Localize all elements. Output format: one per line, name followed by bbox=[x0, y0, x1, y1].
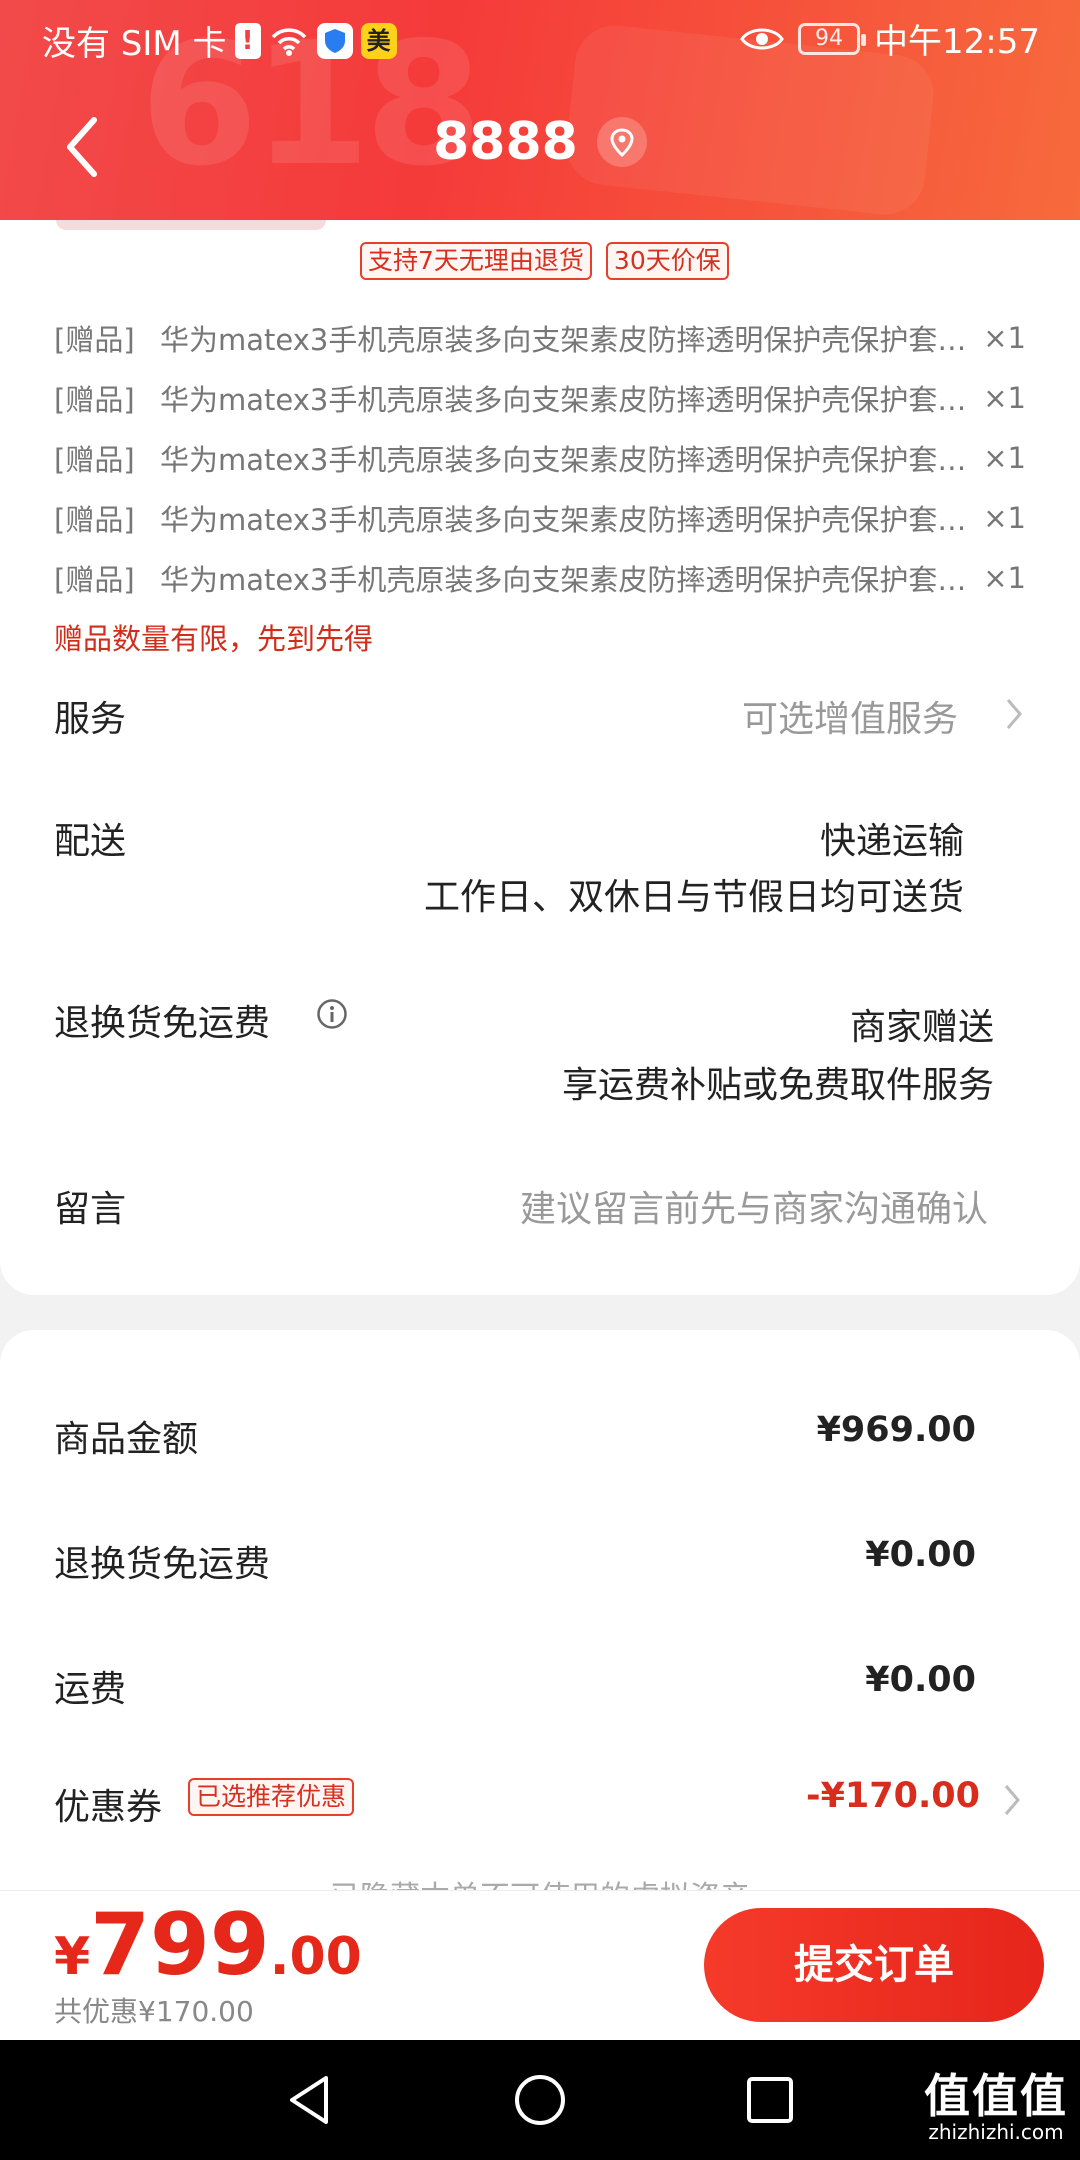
system-nav-bar bbox=[0, 2040, 1080, 2160]
shipping-fee-label: 运费 bbox=[54, 1669, 127, 1710]
gift-name: 华为matex3手机壳原装多向支架素皮防摔透明保护壳保护套x… bbox=[160, 443, 984, 477]
message-input[interactable]: 建议留言前先与商家沟通确认 bbox=[520, 1180, 988, 1232]
watermark-text: 值值值 bbox=[924, 2069, 1068, 2123]
location-pin-icon[interactable] bbox=[596, 117, 647, 167]
clock: 中午12:57 bbox=[874, 22, 1040, 62]
gift-qty: ×1 bbox=[983, 561, 1026, 595]
status-bar: 没有 SIM 卡 ! 美 94 中午12:57 bbox=[0, 0, 1080, 80]
return-fee-label: 退换货免运费 bbox=[54, 1544, 271, 1585]
gift-tag: [赠品] bbox=[54, 503, 135, 537]
service-label: 服务 bbox=[54, 699, 127, 740]
coupon-value[interactable]: -¥170.00 bbox=[806, 1776, 980, 1816]
gift-tag: [赠品] bbox=[54, 323, 135, 357]
service-value[interactable]: 可选增值服务 bbox=[742, 690, 958, 742]
coupon-label: 优惠券 bbox=[54, 1787, 163, 1828]
price-integer: 799 bbox=[90, 1895, 270, 1995]
gift-qty: ×1 bbox=[983, 321, 1026, 355]
return-shipping-label: 退换货免运费 bbox=[54, 1003, 271, 1044]
gift-item: [赠品] 华为matex3手机壳原装多向支架素皮防摔透明保护壳保护套x… ×1 bbox=[54, 316, 1026, 360]
gift-item: [赠品] 华为matex3手机壳原装多向支架素皮防摔透明保护壳保护套x… ×1 bbox=[54, 556, 1026, 600]
watermark-url: zhizhizhi.com bbox=[928, 2120, 1064, 2144]
hidden-assets-hint[interactable]: 已隐藏本单不可使用的虚拟资产 bbox=[0, 1872, 1080, 1892]
gift-name: 华为matex3手机壳原装多向支架素皮防摔透明保护壳保护套x… bbox=[160, 323, 984, 357]
gift-limit-note: 赠品数量有限，先到先得 bbox=[54, 622, 374, 656]
gift-qty: ×1 bbox=[983, 381, 1026, 415]
nav-home-icon[interactable] bbox=[510, 2070, 570, 2130]
alert-icon: ! bbox=[234, 22, 261, 59]
gift-tag: [赠品] bbox=[54, 443, 135, 477]
gift-name: 华为matex3手机壳原装多向支架素皮防摔透明保护壳保护套x… bbox=[160, 383, 984, 417]
return-policy-badge: 支持7天无理由退货 bbox=[360, 242, 592, 280]
battery-indicator: 94 bbox=[798, 22, 867, 55]
meituan-app-icon: 美 bbox=[360, 22, 397, 59]
service-badges: 支持7天无理由退货 30天价保 bbox=[360, 242, 729, 280]
gift-tag: [赠品] bbox=[54, 563, 135, 597]
delivery-method: 快递运输 bbox=[819, 821, 964, 862]
page-title: 8888 bbox=[433, 112, 578, 172]
gift-name: 华为matex3手机壳原装多向支架素皮防摔透明保护壳保护套x… bbox=[160, 503, 984, 537]
carrier-label: 没有 SIM 卡 bbox=[42, 24, 227, 64]
wifi-icon bbox=[269, 25, 309, 57]
header-bar: 618 没有 SIM 卡 ! 美 94 中午12:57 8888 bbox=[0, 0, 1080, 220]
price-decimal: .00 bbox=[269, 1927, 362, 1987]
info-icon[interactable] bbox=[316, 998, 348, 1030]
eye-icon bbox=[740, 24, 784, 54]
total-price: ¥799.00 bbox=[54, 1895, 362, 1995]
submit-order-button[interactable]: 提交订单 bbox=[704, 1908, 1044, 2022]
gift-item: [赠品] 华为matex3手机壳原装多向支架素皮防摔透明保护壳保护套x… ×1 bbox=[54, 496, 1026, 540]
gift-item: [赠品] 华为matex3手机壳原装多向支架素皮防摔透明保护壳保护套x… ×1 bbox=[54, 436, 1026, 480]
price-protection-badge: 30天价保 bbox=[605, 242, 729, 280]
return-fee-value: ¥0.00 bbox=[865, 1535, 976, 1575]
shield-app-icon bbox=[316, 22, 353, 59]
goods-amount-value: ¥969.00 bbox=[816, 1410, 976, 1450]
total-saving: 共优惠¥170.00 bbox=[54, 1995, 254, 2028]
nav-recents-icon[interactable] bbox=[740, 2070, 800, 2130]
price-currency: ¥ bbox=[54, 1927, 91, 1987]
return-shipping-provider: 商家赠送 bbox=[849, 1007, 994, 1048]
gift-qty: ×1 bbox=[983, 501, 1026, 535]
gift-item: [赠品] 华为matex3手机壳原装多向支架素皮防摔透明保护壳保护套x… ×1 bbox=[54, 376, 1026, 420]
chevron-right-icon[interactable] bbox=[1000, 1780, 1024, 1820]
coupon-recommended-tag: 已选推荐优惠 bbox=[188, 1778, 355, 1816]
nav-back-icon[interactable] bbox=[280, 2070, 340, 2130]
goods-amount-label: 商品金额 bbox=[54, 1419, 199, 1460]
chevron-right-icon[interactable] bbox=[1002, 694, 1026, 734]
return-shipping-detail: 享运费补贴或免费取件服务 bbox=[561, 1065, 994, 1106]
delivery-schedule: 工作日、双休日与节假日均可送货 bbox=[423, 877, 964, 918]
gift-qty: ×1 bbox=[983, 441, 1026, 475]
product-thumbnail bbox=[56, 220, 326, 230]
delivery-label: 配送 bbox=[54, 821, 127, 862]
shipping-fee-value: ¥0.00 bbox=[865, 1660, 976, 1700]
watermark-logo: 值值值 zhizhizhi.com bbox=[924, 2072, 1068, 2144]
message-label: 留言 bbox=[54, 1189, 127, 1230]
gift-name: 华为matex3手机壳原装多向支架素皮防摔透明保护壳保护套x… bbox=[160, 563, 984, 597]
gift-tag: [赠品] bbox=[54, 383, 135, 417]
